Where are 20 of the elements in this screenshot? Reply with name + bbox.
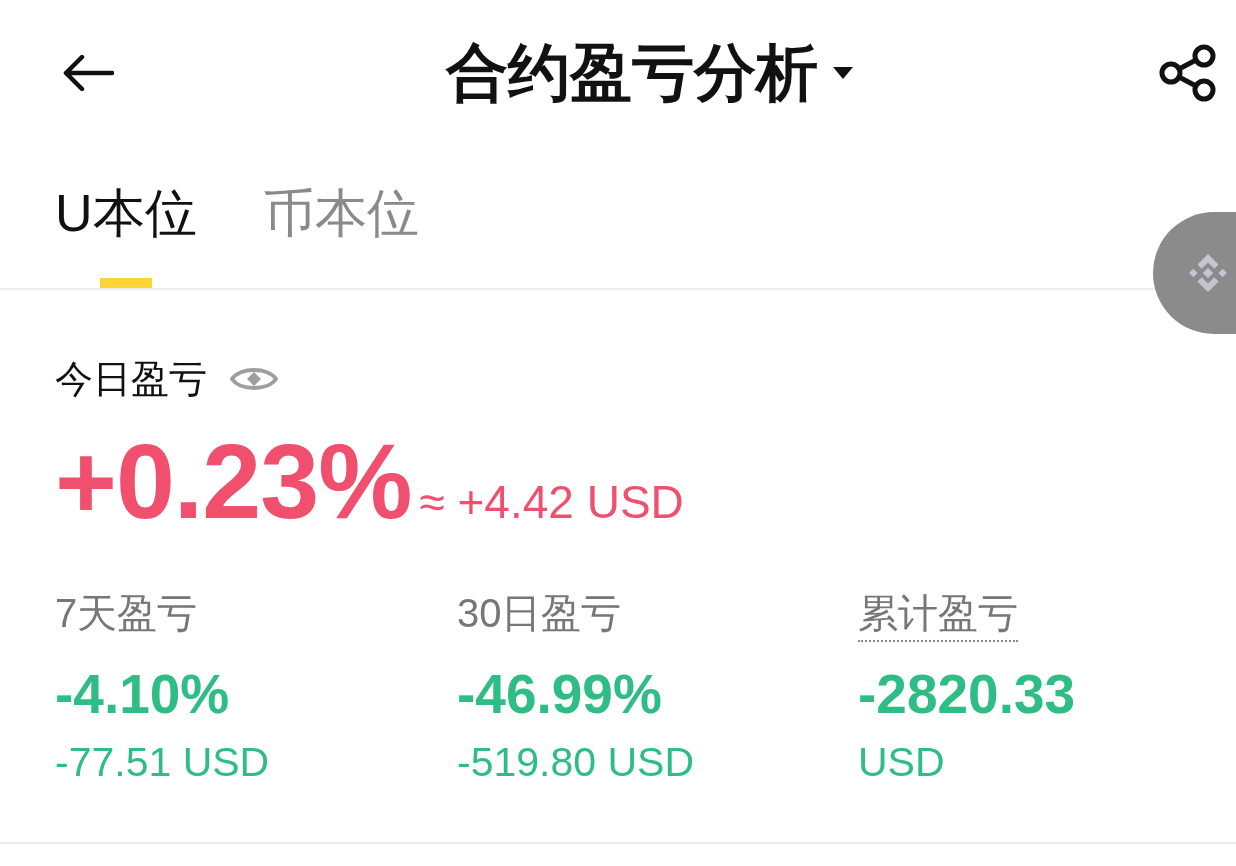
stat-amount: -77.51 USD (55, 738, 270, 786)
diamond-logo-icon (1187, 252, 1229, 294)
title-dropdown[interactable]: 合约盈亏分析 (426, 35, 854, 110)
floating-button[interactable] (1153, 212, 1236, 334)
today-pnl-percent: +0.23% (55, 426, 412, 536)
back-arrow-icon (62, 54, 114, 91)
stat-label: 7天盈亏 (55, 590, 198, 637)
today-pnl-label: 今日盈亏 (55, 357, 207, 402)
share-icon (1158, 42, 1218, 103)
stat-value: -46.99% (457, 662, 662, 726)
stat-amount: USD (858, 738, 945, 786)
today-pnl-amount: ≈ +4.42 USD (419, 476, 684, 528)
stat-label: 30日盈亏 (457, 590, 622, 637)
stat-label[interactable]: 累计盈亏 (858, 590, 1018, 642)
stat-value: -2820.33 (858, 662, 1076, 726)
stat-value: -4.10% (55, 662, 230, 726)
tab[interactable]: U本位 (55, 182, 197, 288)
stat-amount: -519.80 USD (457, 738, 694, 786)
caret-down-icon (832, 65, 854, 80)
active-tab-indicator (99, 278, 152, 288)
